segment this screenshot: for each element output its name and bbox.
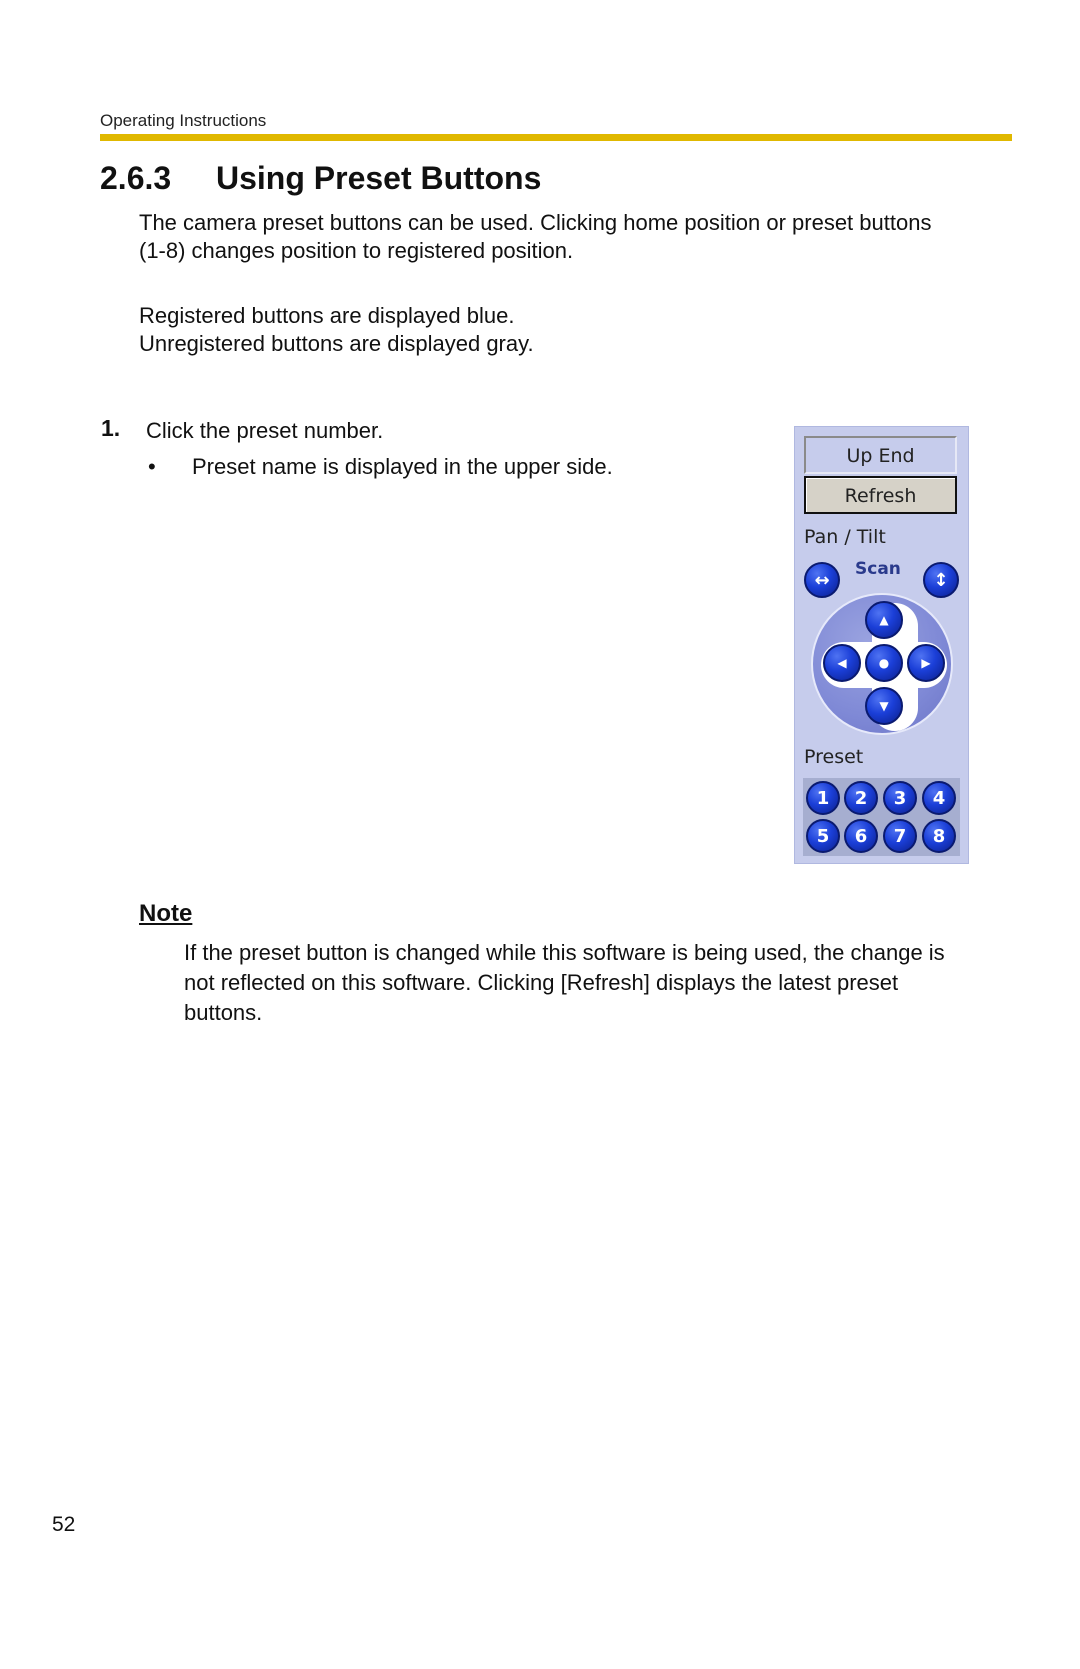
note-line: buttons. xyxy=(184,1000,263,1025)
page-number: 52 xyxy=(52,1513,76,1536)
bullet-text: Preset name is displayed in the upper si… xyxy=(192,454,613,479)
pan-tilt-label: Pan / Tilt xyxy=(804,526,886,548)
up-end-button[interactable]: Up End xyxy=(804,436,957,474)
section-title: Using Preset Buttons xyxy=(216,160,542,196)
note-line: not reflected on this software. Clicking… xyxy=(184,970,899,995)
direction-pad: ▲ ◀ ● ▶ ▼ xyxy=(811,593,953,735)
unregistered-text: Unregistered buttons are displayed gray. xyxy=(139,331,534,356)
registered-text: Registered buttons are displayed blue. xyxy=(139,303,515,328)
preset-button-8[interactable]: 8 xyxy=(922,819,956,853)
note-body: If the preset button is changed while th… xyxy=(184,938,1014,1028)
running-header: Operating Instructions xyxy=(100,111,267,130)
header-rule xyxy=(100,134,1012,141)
refresh-button[interactable]: Refresh xyxy=(804,476,957,514)
home-dot-icon: ● xyxy=(878,656,890,670)
camera-control-panel: Up End Refresh Pan / Tilt ↔ Scan ↕ ▲ ◀ ●… xyxy=(794,426,969,864)
color-legend-paragraph: Registered buttons are displayed blue. U… xyxy=(139,302,1019,358)
tilt-down-button[interactable]: ▼ xyxy=(865,687,903,725)
arrow-left-icon: ◀ xyxy=(837,656,847,670)
preset-button-1[interactable]: 1 xyxy=(806,781,840,815)
bullet-marker: • xyxy=(148,454,156,479)
vertical-arrows-icon: ↕ xyxy=(933,569,949,591)
intro-line: (1-8) changes position to registered pos… xyxy=(139,238,574,263)
pan-right-button[interactable]: ▶ xyxy=(907,644,945,682)
step-number: 1. xyxy=(101,415,121,441)
arrow-up-icon: ▲ xyxy=(879,613,889,627)
preset-button-6[interactable]: 6 xyxy=(844,819,878,853)
preset-button-5[interactable]: 5 xyxy=(806,819,840,853)
horizontal-scan-button[interactable]: ↔ xyxy=(804,562,840,598)
note-line: If the preset button is changed while th… xyxy=(184,940,945,965)
preset-button-3[interactable]: 3 xyxy=(883,781,917,815)
vertical-scan-button[interactable]: ↕ xyxy=(923,562,959,598)
preset-button-grid: 1 2 3 4 5 6 7 8 xyxy=(803,778,960,856)
pan-left-button[interactable]: ◀ xyxy=(823,644,861,682)
section-number: 2.6.3 xyxy=(100,160,172,196)
arrow-right-icon: ▶ xyxy=(921,656,931,670)
preset-button-7[interactable]: 7 xyxy=(883,819,917,853)
preset-button-4[interactable]: 4 xyxy=(922,781,956,815)
intro-line: The camera preset buttons can be used. C… xyxy=(139,210,932,235)
horizontal-arrows-icon: ↔ xyxy=(814,569,830,591)
arrow-down-icon: ▼ xyxy=(879,699,889,713)
preset-label: Preset xyxy=(804,746,864,768)
preset-button-2[interactable]: 2 xyxy=(844,781,878,815)
tilt-up-button[interactable]: ▲ xyxy=(865,601,903,639)
note-heading: Note xyxy=(139,900,193,927)
step-text: Click the preset number. xyxy=(146,418,384,443)
intro-paragraph: The camera preset buttons can be used. C… xyxy=(139,209,1019,265)
scan-label: Scan xyxy=(855,559,901,579)
home-position-button[interactable]: ● xyxy=(865,644,903,682)
